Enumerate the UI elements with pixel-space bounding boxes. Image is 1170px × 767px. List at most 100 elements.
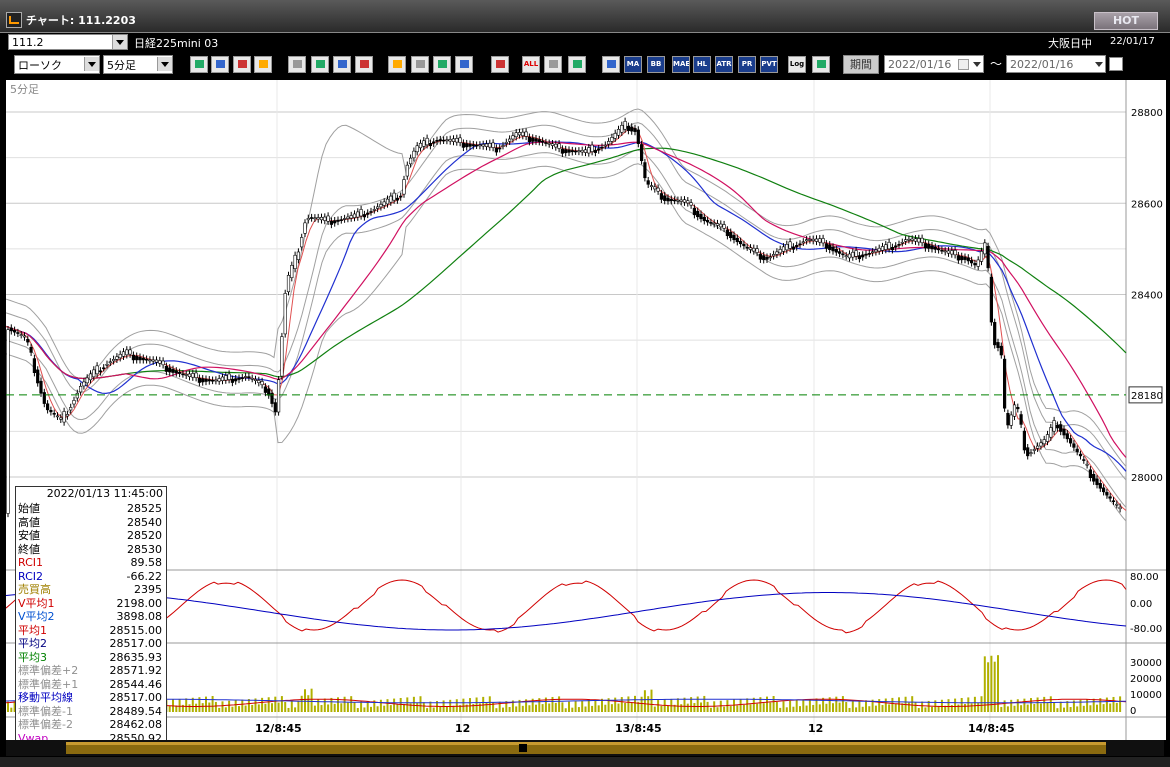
candle-body [719,223,723,228]
tool-2-icon[interactable] [233,56,251,73]
candle-body [9,327,13,332]
candle-body [257,380,261,384]
chevron-down-icon[interactable] [973,62,981,67]
volume-bar [785,707,788,712]
chevron-down-icon[interactable] [157,57,172,71]
calendar-icon[interactable] [958,59,969,70]
indicator-prra-button[interactable]: PR RA [738,56,756,73]
candle-body [989,276,993,323]
volume-bar [888,704,891,712]
code-select[interactable]: 111.2 [8,34,128,50]
volume-bar [280,696,283,712]
hot-button[interactable]: HOT [1094,12,1158,30]
candle-body [610,137,614,142]
chevron-down-icon[interactable] [84,57,99,71]
volume-bar [1010,699,1013,712]
volume-bar [389,705,392,712]
candle-body [960,256,964,261]
volume-bar [535,704,537,712]
indicator-hl-button[interactable]: HL [693,56,711,73]
candle-body [204,378,208,382]
candle-body [88,373,93,381]
tool-4-icon[interactable] [288,56,306,73]
candle-body [778,249,782,254]
time-scrollbar[interactable] [6,740,1164,756]
tool-7-icon[interactable] [355,56,373,73]
candle-body [1115,503,1119,506]
indicator-pvt-button[interactable]: PVT [760,56,778,73]
candle-body [184,374,188,376]
volume-bar [640,696,643,712]
volume-bar [1026,704,1029,712]
volume-bar [1003,700,1006,712]
candle-body [336,219,340,222]
candle-body [145,358,149,361]
info-row: 標準偏差-2 28462.08 [18,718,164,731]
candle-body [319,216,324,221]
scrollbar-thumb-icon[interactable] [519,744,527,752]
all-button[interactable]: ALL [522,56,540,73]
tool-12-icon[interactable] [491,56,509,73]
volume-bar [1006,706,1009,712]
candle-body [260,381,264,386]
volume-bar [1089,705,1092,712]
volume-bar [653,706,656,712]
volume-bar [370,706,372,712]
volume-bar [591,705,594,712]
date-to-field[interactable]: 2022/01/16 [1006,55,1106,73]
tool-3-icon[interactable] [254,56,272,73]
candle-body [831,246,835,252]
candle-body [16,332,20,334]
volume-bar [1059,701,1062,712]
candle-body [765,256,769,260]
option-checkbox[interactable] [1109,57,1123,71]
chart-svg[interactable]: 28800 28600 28400 28180 28000 80.00 0.00 -80.00… [5,80,1166,740]
volume-bar [346,702,349,712]
period-button[interactable]: 期間 [843,55,879,74]
info-row: V平均2 3898.08 [18,610,164,623]
indicator-mae-button[interactable]: MAE [672,56,690,73]
chevron-down-icon[interactable] [1095,62,1103,67]
candle-body [1052,420,1056,432]
indicator-atr-button[interactable]: ATR [715,56,733,73]
chart-type-select[interactable]: ローソク [14,55,100,74]
tool-14-icon[interactable] [544,56,562,73]
tool-11-icon[interactable] [455,56,473,73]
volume-bar [422,702,425,712]
candle-body [748,247,753,250]
candle-body [392,192,396,201]
indicator-ma-button[interactable]: MA [624,56,642,73]
candle-body [785,244,789,251]
candle-body [544,142,548,144]
tool-5-icon[interactable] [311,56,329,73]
candle-body [1085,463,1089,466]
candle-body [178,372,182,374]
tool-6-icon[interactable] [333,56,351,73]
volume-bar [746,698,749,712]
candle-body [362,214,367,218]
candle-body [26,339,30,343]
date-from-field[interactable]: 2022/01/16 [884,55,984,73]
log-scale-button[interactable]: Log [788,56,806,73]
volume-bar [1105,697,1108,712]
tool-8-icon[interactable] [388,56,406,73]
indicator-bb-button[interactable]: BB [647,56,665,73]
tool-25-icon[interactable] [812,56,830,73]
volume-bar [574,701,577,712]
volume-bar [360,701,363,712]
volume-bar [1063,707,1065,712]
tool-16-icon[interactable] [602,56,620,73]
tool-15-icon[interactable] [568,56,586,73]
volume-bar [300,695,303,712]
timeframe-select[interactable]: 5分足 [103,55,173,74]
tool-1-icon[interactable] [211,56,229,73]
tool-10-icon[interactable] [433,56,451,73]
volume-bar [716,707,719,712]
chevron-down-icon[interactable] [112,35,127,49]
chart-area[interactable]: 28800 28600 28400 28180 28000 80.00 0.00 -80.00… [5,80,1166,740]
candle-body [286,275,291,293]
candle-body [775,251,779,255]
tool-9-icon[interactable] [411,56,429,73]
tool-0-icon[interactable] [190,56,208,73]
volume-bar [832,703,834,712]
